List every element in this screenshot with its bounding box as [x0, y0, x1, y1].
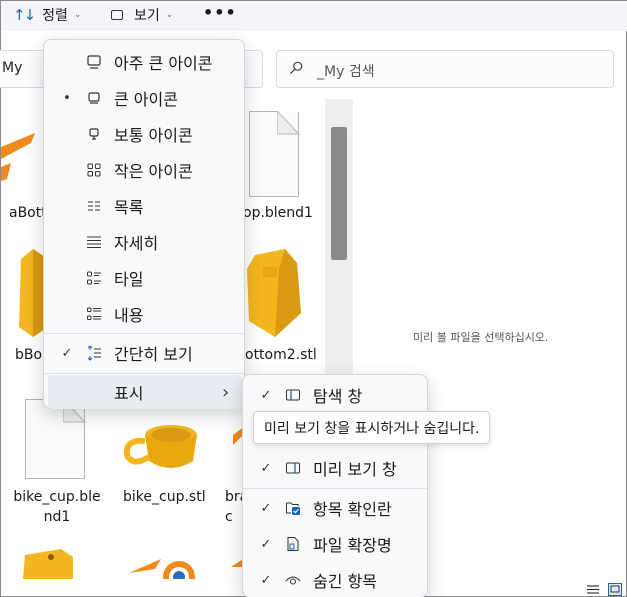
menu-item-label: 표시: [114, 384, 144, 403]
checkmark-icon: ✓: [260, 572, 272, 588]
search-box[interactable]: _My 검색: [276, 50, 614, 88]
menu-item-hidden-items[interactable]: ✓ 숨긴 항목: [247, 563, 425, 597]
menu-item-label: 탐색 창: [313, 387, 363, 406]
view-label: 보기: [134, 8, 160, 24]
details-view-icon[interactable]: [586, 583, 600, 596]
menu-item-label: 내용: [114, 306, 144, 325]
sort-label: 정렬: [42, 8, 68, 24]
page-fold-icon: [277, 111, 300, 135]
details-icon: [87, 236, 101, 248]
monitor-large-icon: [87, 55, 101, 69]
monitor-small-icon: [89, 128, 99, 140]
menu-item-label: 작은 아이콘: [114, 162, 193, 181]
more-options-button[interactable]: •••: [203, 3, 237, 22]
view-icon: [111, 10, 123, 20]
menu-separator: [44, 373, 244, 374]
menu-item-small-icons[interactable]: 작은 아이콘: [48, 153, 242, 187]
compact-view-icon: [87, 345, 101, 361]
menu-separator: [243, 488, 427, 489]
file-name[interactable]: op.blend1: [243, 203, 313, 223]
menu-item-label: 타일: [114, 270, 144, 289]
checkmark-icon: ✓: [260, 500, 272, 516]
menu-item-show[interactable]: 표시 ›: [48, 375, 242, 409]
menu-item-label: 아주 큰 아이콘: [114, 54, 213, 73]
menu-item-compact-view[interactable]: ✓ 간단히 보기: [48, 336, 242, 370]
chevron-down-icon: ⌄: [165, 10, 174, 20]
search-icon: [289, 61, 303, 75]
navigation-pane-icon: [286, 389, 300, 401]
file-name[interactable]: ottom2.stl: [245, 345, 317, 365]
scrollbar-thumb[interactable]: [331, 127, 347, 260]
menu-item-navigation-pane[interactable]: ✓ 탐색 창: [247, 378, 425, 412]
checkmark-icon: ✓: [260, 536, 272, 552]
3d-model-icon[interactable]: [245, 249, 303, 339]
status-bar-view-switcher: [586, 579, 625, 597]
preview-pane-icon: [286, 462, 300, 474]
chevron-right-icon: ›: [222, 381, 230, 403]
menu-item-label: 숨긴 항목: [313, 572, 377, 591]
file-name[interactable]: bike_cup.stl: [123, 487, 206, 507]
checkmark-icon: ✓: [260, 460, 272, 476]
large-icons-view-icon[interactable]: [608, 583, 623, 596]
file-name[interactable]: aBott: [9, 203, 47, 223]
3d-model-icon[interactable]: [21, 547, 77, 579]
view-menu: 아주 큰 아이콘 • 큰 아이콘 보통 아이콘 작은 아이콘 목록 자세히 타일…: [43, 39, 245, 409]
menu-item-content[interactable]: 내용: [48, 297, 242, 331]
show-submenu: ✓ 탐색 창 ✓ 미리 보기 창 ✓ 항목 확인란 ✓ 파일 확장명 ✓ 숨긴 …: [242, 374, 428, 597]
preview-pane-message: 미리 볼 파일을 선택하십시오.: [413, 331, 549, 344]
menu-item-label: 보통 아이콘: [114, 126, 193, 145]
file-name[interactable]: bBo: [15, 345, 42, 365]
item-checkbox-icon: [286, 502, 300, 515]
menu-item-label: 파일 확장명: [313, 536, 392, 555]
menu-item-label: 항목 확인란: [313, 500, 392, 519]
3d-model-icon[interactable]: [19, 249, 45, 337]
list-icon: [88, 201, 100, 211]
sort-icon: ↑↓: [13, 6, 36, 24]
blender-file-icon[interactable]: [1, 119, 41, 199]
menu-item-label: 큰 아이콘: [114, 90, 178, 109]
menu-item-large-icons[interactable]: • 큰 아이콘: [48, 81, 242, 115]
menu-item-label: 미리 보기 창: [313, 460, 397, 479]
file-name[interactable]: bike_cup.ble nd1: [11, 487, 103, 527]
menu-item-details[interactable]: 자세히: [48, 225, 242, 259]
hidden-items-icon: [285, 576, 301, 585]
search-placeholder: _My 검색: [317, 64, 375, 80]
checkmark-icon: ✓: [260, 387, 272, 403]
address-text: My: [2, 60, 23, 76]
menu-item-medium-icons[interactable]: 보통 아이콘: [48, 117, 242, 151]
checkmark-icon: ✓: [61, 345, 73, 361]
content-icon: [87, 307, 101, 320]
selected-dot-icon: •: [63, 90, 71, 106]
menu-item-file-extensions[interactable]: ✓ 파일 확장명: [247, 527, 425, 561]
blender-file-icon[interactable]: [121, 547, 201, 579]
sort-button[interactable]: ↑↓ 정렬 ⌄: [13, 4, 81, 26]
menu-item-label: 목록: [114, 198, 144, 217]
chevron-down-icon: ⌄: [73, 10, 82, 20]
menu-separator: [44, 333, 244, 334]
file-extension-icon: [287, 537, 299, 551]
tooltip: 미리 보기 창을 표시하거나 숨깁니다.: [253, 411, 491, 444]
monitor-icon: [88, 92, 100, 104]
command-bar: ↑↓ 정렬 ⌄ 보기 ⌄ •••: [1, 1, 627, 31]
menu-item-label: 자세히: [114, 234, 159, 253]
menu-item-extra-large-icons[interactable]: 아주 큰 아이콘: [48, 45, 242, 79]
menu-item-tiles[interactable]: 타일: [48, 261, 242, 295]
3d-model-icon[interactable]: [119, 421, 201, 479]
menu-item-item-checkboxes[interactable]: ✓ 항목 확인란: [247, 491, 425, 525]
menu-item-preview-pane[interactable]: ✓ 미리 보기 창: [247, 451, 425, 485]
menu-item-label: 간단히 보기: [114, 345, 193, 364]
menu-item-list[interactable]: 목록: [48, 189, 242, 223]
small-icons-grid-icon: [87, 163, 101, 177]
tiles-icon: [87, 271, 101, 285]
view-button[interactable]: 보기 ⌄: [111, 4, 173, 26]
